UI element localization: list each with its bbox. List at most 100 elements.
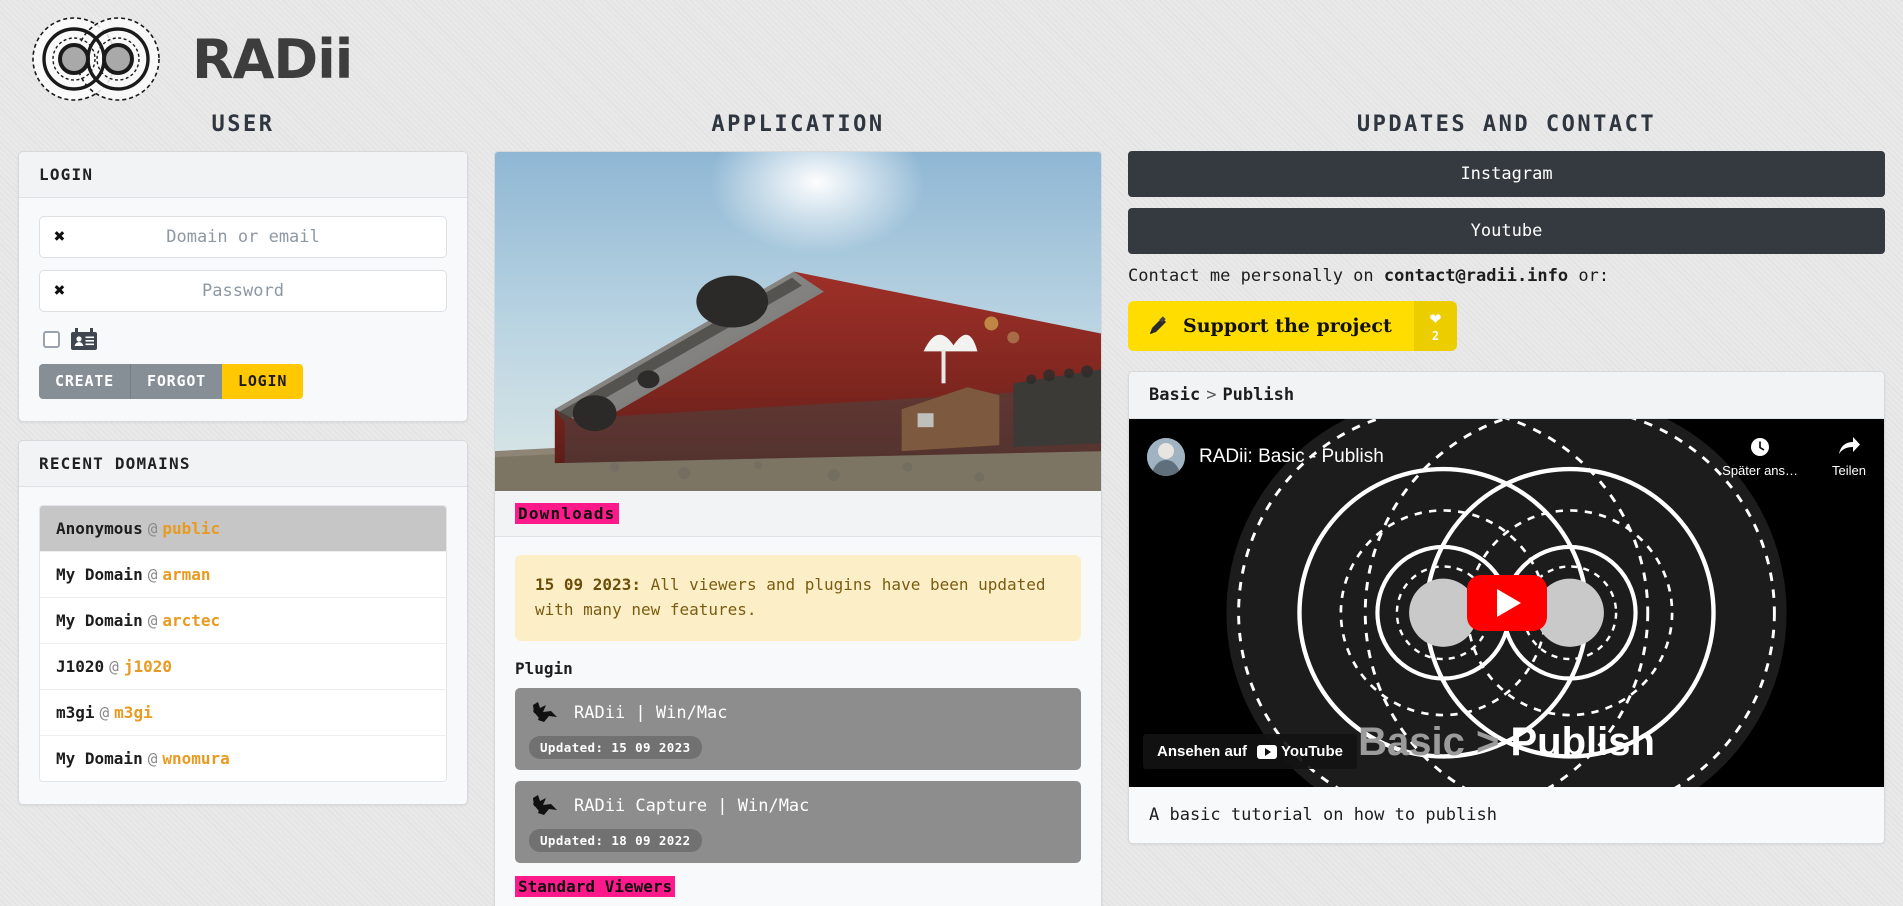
heart-icon: ❤ [1429, 307, 1442, 329]
share-label: Teilen [1832, 463, 1866, 478]
youtube-video-title: RADii: Basic - Publish [1199, 446, 1384, 467]
viewers-heading: Standard Viewers [515, 875, 676, 897]
app-header: RADii [0, 0, 1903, 104]
breadcrumb-separator: > [1206, 385, 1217, 405]
domain-at: @ [147, 611, 158, 630]
domain-input[interactable] [40, 217, 446, 257]
password-field-row: ✖ [39, 270, 447, 312]
updates-column: UPDATES AND CONTACT Instagram Youtube Co… [1128, 104, 1885, 906]
updated-badge: Updated: 15 09 2023 [529, 735, 702, 759]
youtube-button[interactable]: Youtube [1128, 208, 1885, 254]
password-input[interactable] [40, 271, 446, 311]
domain-tag: arman [162, 565, 211, 584]
clear-x-icon[interactable]: ✖ [54, 227, 65, 247]
download-name: RADii | Win/Mac [574, 702, 728, 723]
downloads-panel: Downloads 15 09 2023: All viewers and pl… [494, 491, 1102, 906]
domain-tag: wnomura [162, 749, 230, 768]
domain-list-item[interactable]: m3gi @ m3gi [40, 690, 446, 736]
create-button[interactable]: CREATE [39, 364, 130, 399]
password-field[interactable]: ✖ [39, 270, 447, 312]
domain-field-row: ✖ [39, 216, 447, 258]
login-button[interactable]: LOGIN [222, 364, 304, 399]
domain-tag: j1020 [123, 657, 172, 676]
rhino-icon [533, 701, 557, 722]
recent-domains-title: RECENT DOMAINS [19, 441, 467, 487]
remember-checkbox[interactable] [43, 330, 60, 348]
domain-list-item[interactable]: My Domain @ arctec [40, 598, 446, 644]
watch-on-youtube-button[interactable]: Ansehen auf YouTube [1143, 734, 1357, 769]
youtube-logo-icon: YouTube [1257, 743, 1343, 760]
youtube-wordmark: YouTube [1281, 743, 1343, 760]
clock-icon [1751, 438, 1770, 456]
domain-name: My Domain [56, 565, 143, 584]
breadcrumb-last[interactable]: Publish [1222, 385, 1294, 405]
breadcrumb-first[interactable]: Basic [1149, 385, 1200, 405]
watch-later-action[interactable]: Später ans… [1722, 436, 1798, 478]
clear-x-icon[interactable]: ✖ [54, 281, 65, 301]
play-button-icon[interactable] [1466, 575, 1547, 631]
downloads-heading: Downloads [515, 503, 619, 524]
application-column: APPLICATION Downloads 15 09 2023: All vi… [494, 104, 1102, 906]
remember-row [39, 328, 447, 350]
notice-date: 15 09 2023: [535, 575, 641, 594]
domain-field[interactable]: ✖ [39, 216, 447, 258]
recent-domains-list: Anonymous @ public My Domain @ arman My Doma… [39, 505, 447, 782]
watch-later-label: Später ans… [1722, 463, 1799, 478]
support-label: Support the project [1183, 315, 1392, 337]
domain-name: My Domain [56, 611, 143, 630]
domain-list-item[interactable]: J1020 @ j1020 [40, 644, 446, 690]
video-title-overlay: Basic > Publish [1358, 720, 1655, 765]
update-notice: 15 09 2023: All viewers and plugins have… [515, 555, 1081, 641]
login-button-group: CREATE FORGOT LOGIN [39, 364, 304, 399]
domain-list-item[interactable]: My Domain @ wnomura [40, 736, 446, 781]
coffee-pen-icon [1150, 316, 1166, 334]
contact-email[interactable]: contact@radii.info [1384, 266, 1568, 286]
download-name: RADii Capture | Win/Mac [574, 795, 810, 816]
support-project-button[interactable]: Support the project ❤ 2 [1128, 301, 1458, 351]
instagram-button[interactable]: Instagram [1128, 151, 1885, 197]
share-arrow-icon [1839, 437, 1861, 454]
support-count: 2 [1431, 329, 1440, 343]
domain-tag: m3gi [114, 703, 153, 722]
login-panel: LOGIN ✖ ✖ [18, 151, 468, 422]
domain-name: My Domain [56, 749, 143, 768]
recent-domains-panel: RECENT DOMAINS Anonymous @ public My Domai… [18, 440, 468, 805]
forgot-button[interactable]: FORGOT [130, 364, 222, 399]
updates-column-title: UPDATES AND CONTACT [1356, 112, 1657, 137]
domain-tag: arctec [162, 611, 221, 630]
viewers-heading-wrap: Standard Viewers [515, 875, 1081, 897]
download-card[interactable]: RADii | Win/Mac Updated: 15 09 2023 [515, 687, 1081, 770]
plugin-heading: Plugin [515, 658, 573, 678]
download-card[interactable]: RADii Capture | Win/Mac Updated: 18 09 2… [515, 780, 1081, 863]
contact-line: Contact me personally on contact@radii.i… [1128, 266, 1885, 286]
contact-suffix: or: [1578, 266, 1610, 286]
shipwreck-photo [494, 151, 1102, 491]
youtube-header: RADii: Basic - Publish Später ans… Teile… [1129, 419, 1884, 495]
contact-prefix: Contact me personally on [1128, 266, 1374, 286]
domain-at: @ [147, 565, 158, 584]
user-column: USER LOGIN ✖ ✖ [18, 104, 468, 906]
updated-badge: Updated: 18 09 2022 [529, 828, 702, 852]
domain-at: @ [99, 703, 110, 722]
application-column-title: APPLICATION [711, 112, 885, 137]
downloads-panel-title: Downloads [495, 491, 1101, 537]
youtube-embed[interactable]: RADii: Basic - Publish Später ans… Teile… [1129, 419, 1884, 787]
overlay-last: Publish [1510, 720, 1655, 764]
overlay-first: Basic [1358, 720, 1465, 764]
user-column-title: USER [211, 112, 275, 137]
channel-avatar[interactable] [1147, 438, 1185, 476]
domain-list-item[interactable]: Anonymous @ public [40, 506, 446, 552]
domain-name: J1020 [56, 657, 105, 676]
domain-list-item[interactable]: My Domain @ arman [40, 552, 446, 598]
domain-name: Anonymous [56, 519, 143, 538]
radii-logo-icon [22, 15, 170, 103]
overlay-separator: > [1475, 720, 1500, 764]
video-breadcrumb: Basic > Publish [1129, 372, 1884, 419]
domain-at: @ [147, 749, 158, 768]
id-card-icon[interactable] [71, 328, 97, 350]
rhino-icon [533, 794, 557, 815]
share-action[interactable]: Teilen [1832, 436, 1866, 478]
watch-on-label: Ansehen auf [1157, 743, 1248, 760]
domain-name: m3gi [56, 703, 95, 722]
domain-tag: public [162, 519, 221, 538]
